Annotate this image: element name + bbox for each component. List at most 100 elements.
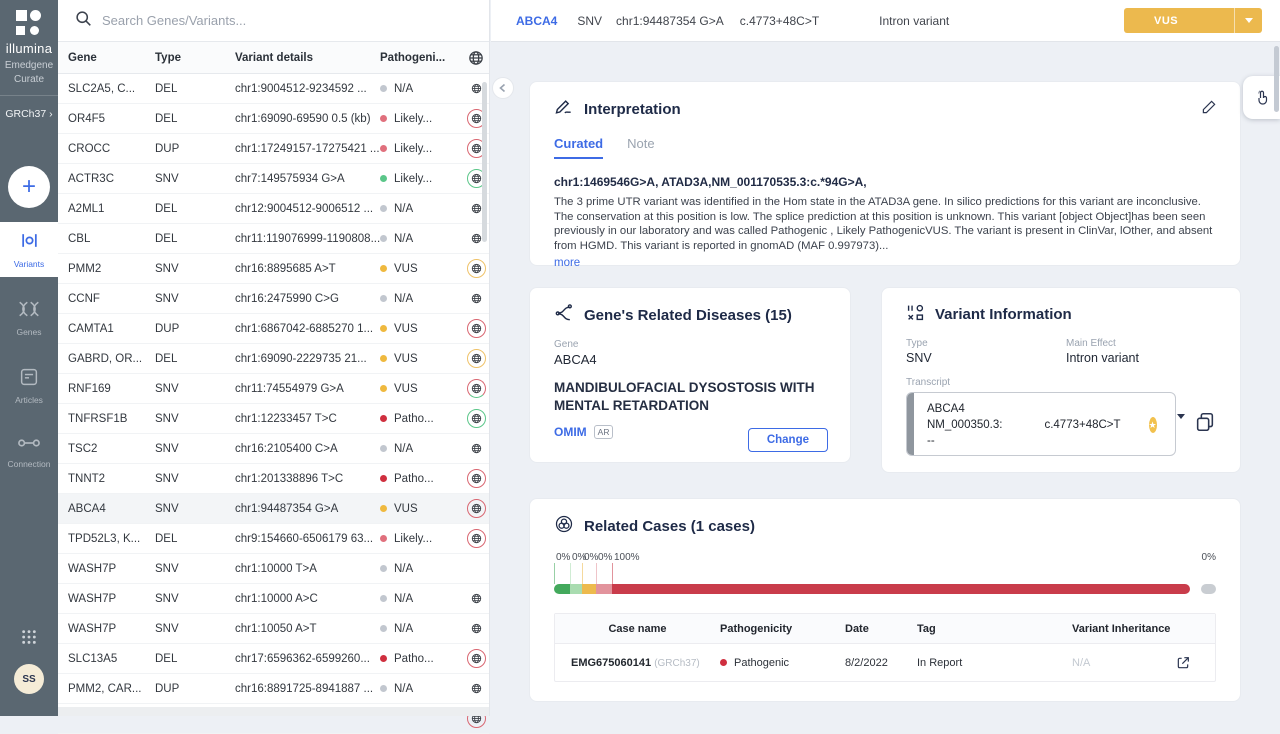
tab-curated[interactable]: Curated: [554, 136, 603, 159]
list-scrollbar[interactable]: [482, 82, 487, 242]
variant-row[interactable]: CBLDELchr11:119076999-1190808... N/A: [58, 224, 489, 254]
variant-row[interactable]: PMM2SNVchr16:8895685 A>T VUS: [58, 254, 489, 284]
case-row[interactable]: EMG675060141 (GRCh37) Pathogenic 8/2/202…: [555, 644, 1215, 681]
variant-row[interactable]: A2ML1DELchr12:9004512-9006512 ... N/A: [58, 194, 489, 224]
globe-icon[interactable]: [467, 499, 486, 518]
status-dot: [380, 445, 387, 452]
pathogenicity-cell: Likely...: [380, 143, 458, 155]
details-cell: chr1:69090-69590 0.5 (kb): [235, 113, 380, 125]
variant-row[interactable]: TNNT2SNVchr1:201338896 T>C Patho...: [58, 464, 489, 494]
variant-row[interactable]: TPD52L3, K...DELchr9:154660-6506179 63..…: [58, 524, 489, 554]
search-bar: [58, 0, 489, 42]
more-link[interactable]: more: [554, 257, 580, 269]
variant-row[interactable]: CCNFSNVchr16:2475990 C>G N/A: [58, 284, 489, 314]
sidebar-item-genes[interactable]: Genes: [0, 291, 58, 345]
variant-row[interactable]: PMM2, CAR...DUPchr16:8891725-8941887 ...…: [58, 674, 489, 704]
list-horizontal-scrollbar[interactable]: [58, 707, 489, 716]
variant-row[interactable]: CAMTA1DUPchr1:6867042-6885270 1... VUS: [58, 314, 489, 344]
cases-table: Case name Pathogenicity Date Tag Variant…: [554, 613, 1216, 682]
variant-topbar: ABCA4 SNV chr1:94487354 G>A c.4773+48C>T…: [491, 0, 1280, 42]
classification-caret[interactable]: [1234, 8, 1262, 33]
copy-icon[interactable]: [1194, 411, 1216, 438]
globe-icon[interactable]: [467, 259, 486, 278]
classification-dropdown[interactable]: VUS: [1124, 8, 1262, 33]
distribution-bar-other: [1201, 584, 1216, 594]
open-case-icon[interactable]: [1175, 655, 1215, 671]
disease-name: MANDIBULOFACIAL DYSOSTOSIS WITH MENTAL R…: [554, 379, 826, 415]
status-dot: [380, 205, 387, 212]
add-button[interactable]: +: [8, 166, 50, 208]
globe-icon[interactable]: [467, 439, 486, 458]
variant-row[interactable]: ACTR3CSNVchr7:149575934 G>A Likely...: [58, 164, 489, 194]
chevron-down-icon[interactable]: [1177, 417, 1185, 433]
pathogenicity-cell: VUS: [380, 503, 458, 515]
variant-row[interactable]: SLC13A5DELchr17:6596362-6599260... Patho…: [58, 644, 489, 674]
search-input[interactable]: [102, 13, 432, 28]
pathogenicity-cell: N/A: [380, 683, 458, 695]
globe-icon[interactable]: [467, 619, 486, 638]
case-name: EMG675060141 (GRCh37): [555, 657, 720, 669]
related-diseases-card: Gene's Related Diseases (15) Gene ABCA4 …: [529, 287, 851, 463]
variant-row[interactable]: TSC2SNVchr16:2105400 C>A N/A: [58, 434, 489, 464]
globe-icon[interactable]: [467, 379, 486, 398]
status-dot: [380, 505, 387, 512]
variant-row[interactable]: WASH7PSNVchr1:10050 A>T N/A: [58, 614, 489, 644]
edit-interpretation-button[interactable]: [1200, 98, 1218, 121]
tab-note[interactable]: Note: [627, 136, 654, 159]
variant-row[interactable]: ABCA4SNVchr1:94487354 G>A VUS: [58, 494, 489, 524]
globe-icon[interactable]: [467, 289, 486, 308]
type-cell: DUP: [155, 683, 235, 695]
details-cell: chr7:149575934 G>A: [235, 173, 380, 185]
globe-icon[interactable]: [467, 319, 486, 338]
topbar-gene-link[interactable]: ABCA4: [516, 14, 557, 28]
variant-row[interactable]: TNFRSF1BSNVchr1:12233457 T>C Patho...: [58, 404, 489, 434]
variant-row[interactable]: SLC2A5, C...DELchr1:9004512-9234592 ... …: [58, 74, 489, 104]
apps-grid-icon[interactable]: [21, 629, 37, 650]
status-dot: [380, 625, 387, 632]
details-cell: chr9:154660-6506179 63...: [235, 533, 380, 545]
transcript-label: Transcript: [906, 377, 1216, 388]
variant-row[interactable]: RNF169SNVchr11:74554979 G>A VUS: [58, 374, 489, 404]
globe-icon[interactable]: [467, 529, 486, 548]
globe-icon[interactable]: [467, 589, 486, 608]
genome-build-selector[interactable]: GRCh37›: [5, 108, 52, 120]
type-cell: DEL: [155, 353, 235, 365]
sidebar-item-articles[interactable]: Articles: [0, 359, 58, 413]
globe-icon[interactable]: [467, 469, 486, 488]
details-cell: chr1:9004512-9234592 ...: [235, 83, 380, 95]
variant-row[interactable]: GABRD, OR...DELchr1:69090-2229735 21... …: [58, 344, 489, 374]
related-cases-card: Related Cases (1 cases) 0%0%0%0%100%0% C…: [529, 498, 1241, 702]
globe-icon[interactable]: [467, 409, 486, 428]
variant-row[interactable]: WASH7PSNVchr1:10000 A>C N/A: [58, 584, 489, 614]
status-dot: [380, 475, 387, 482]
change-disease-button[interactable]: Change: [748, 428, 828, 452]
globe-icon[interactable]: [467, 679, 486, 698]
user-avatar[interactable]: SS: [14, 664, 44, 694]
details-cell: chr16:8895685 A>T: [235, 263, 380, 275]
collapse-panel-button[interactable]: [492, 77, 514, 99]
type-cell: SNV: [155, 293, 235, 305]
gene-cell: ACTR3C: [68, 173, 155, 185]
omim-link[interactable]: OMIM: [554, 425, 587, 439]
variant-info-icon: [906, 303, 925, 326]
type-cell: SNV: [155, 383, 235, 395]
globe-icon[interactable]: [467, 349, 486, 368]
details-cell: chr1:69090-2229735 21...: [235, 353, 380, 365]
pathogenicity-cell: VUS: [380, 383, 458, 395]
sidebar-item-connection[interactable]: Connection: [0, 427, 58, 477]
gene-cell: CROCC: [68, 143, 155, 155]
details-cell: chr1:94487354 G>A: [235, 503, 380, 515]
transcript-selector[interactable]: ABCA4 NM_000350.3: c.4773+48C>T ★ --: [906, 392, 1176, 456]
variant-row[interactable]: WASH7PSNVchr1:10000 T>A N/A: [58, 554, 489, 584]
type-cell: DUP: [155, 323, 235, 335]
sidebar-item-variants[interactable]: Variants: [0, 222, 58, 277]
case-pathogenicity: Pathogenic: [720, 657, 845, 669]
topbar-cdna: c.4773+48C>T: [740, 14, 819, 28]
gene-cell: PMM2, CAR...: [68, 683, 155, 695]
globe-icon[interactable]: [467, 649, 486, 668]
page-scrollbar[interactable]: [1274, 46, 1279, 112]
connection-icon: [18, 436, 40, 455]
variant-row[interactable]: CROCCDUPchr1:17249157-17275421 ... Likel…: [58, 134, 489, 164]
transcript-gene: ABCA4: [927, 401, 1163, 417]
variant-row[interactable]: OR4F5DELchr1:69090-69590 0.5 (kb) Likely…: [58, 104, 489, 134]
